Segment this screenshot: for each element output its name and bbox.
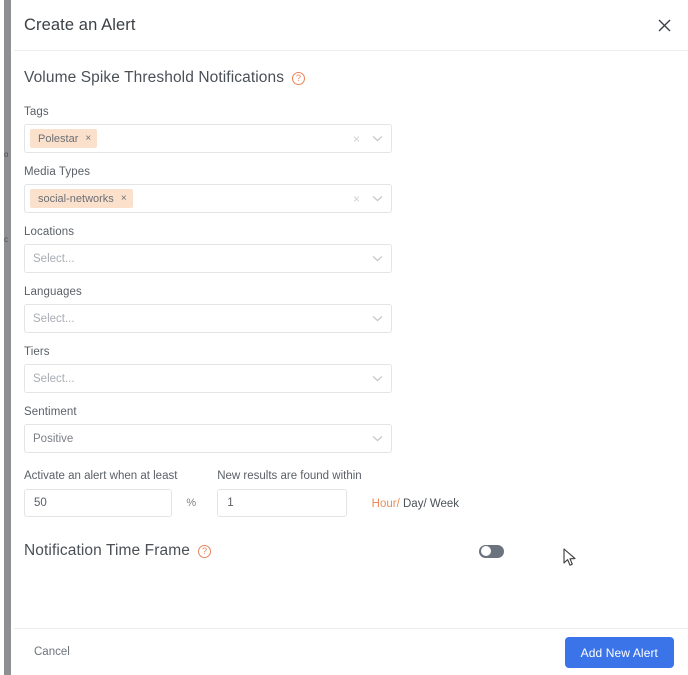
threshold-row: Activate an alert when at least % New re…: [24, 470, 678, 517]
threshold-percent-label: Activate an alert when at least: [24, 470, 178, 482]
field-label-sentiment: Sentiment: [24, 406, 77, 418]
sentiment-value: Positive: [33, 432, 74, 445]
create-alert-modal: Create an Alert Volume Spike Threshold N…: [14, 0, 688, 675]
close-icon[interactable]: [651, 12, 677, 38]
modal-header: Create an Alert: [14, 0, 688, 51]
notification-time-frame-row: Notification Time Frame ?: [24, 542, 504, 560]
background-ghost-char-2: c: [4, 235, 8, 244]
field-media-types: Media Types social-networks × ×: [24, 166, 678, 213]
toggle-knob: [480, 546, 491, 556]
notification-time-frame-title: Notification Time Frame: [24, 542, 190, 559]
time-unit-week[interactable]: Week: [430, 498, 459, 510]
add-new-alert-button[interactable]: Add New Alert: [564, 637, 674, 668]
background-ghost-char-1: o: [4, 150, 9, 159]
chevron-down-icon[interactable]: [367, 135, 387, 142]
tag-chip-label: Polestar: [38, 132, 79, 145]
chevron-down-icon[interactable]: [367, 195, 387, 202]
media-types-clear-icon[interactable]: ×: [346, 193, 367, 205]
threshold-results-label: New results are found within: [217, 470, 362, 482]
field-label-locations: Locations: [24, 226, 75, 238]
tiers-select[interactable]: Select...: [24, 364, 392, 393]
media-type-chip: social-networks ×: [30, 189, 133, 208]
notification-time-frame-heading: Notification Time Frame ?: [24, 542, 479, 560]
page-scrollbar[interactable]: [4, 0, 11, 675]
notification-time-frame-toggle[interactable]: [479, 544, 504, 558]
chevron-down-icon[interactable]: [367, 435, 387, 442]
time-unit-hour[interactable]: Hour/: [372, 498, 400, 510]
page-title: Create an Alert: [24, 15, 136, 34]
help-circle-icon[interactable]: ?: [292, 71, 306, 85]
time-unit-selector: Hour/ Day/ Week: [372, 498, 459, 517]
modal-footer: Cancel Add New Alert: [14, 628, 688, 675]
threshold-percent-group: Activate an alert when at least: [24, 470, 177, 517]
field-locations: Locations Select...: [24, 226, 678, 273]
app-root: o c Create an Alert Volume Spike Thresho…: [0, 0, 688, 675]
tags-select[interactable]: Polestar × ×: [24, 124, 392, 153]
threshold-percent-input[interactable]: [24, 489, 172, 517]
time-unit-day[interactable]: Day/: [403, 498, 427, 510]
field-languages: Languages Select...: [24, 286, 678, 333]
languages-placeholder: Select...: [33, 312, 75, 325]
media-types-select[interactable]: social-networks × ×: [24, 184, 392, 213]
modal-body: Volume Spike Threshold Notifications ? T…: [14, 51, 688, 628]
locations-placeholder: Select...: [33, 252, 75, 265]
field-label-tags: Tags: [24, 106, 49, 118]
section-heading-label: Volume Spike Threshold Notifications: [24, 69, 285, 86]
help-circle-icon[interactable]: ?: [197, 544, 211, 558]
tiers-placeholder: Select...: [33, 372, 75, 385]
tag-chip-remove-icon[interactable]: ×: [85, 133, 91, 144]
field-label-tiers: Tiers: [24, 346, 50, 358]
chevron-down-icon[interactable]: [367, 375, 387, 382]
locations-select[interactable]: Select...: [24, 244, 392, 273]
field-sentiment: Sentiment Positive: [24, 406, 678, 453]
tag-chip: Polestar ×: [30, 129, 98, 148]
field-tiers: Tiers Select...: [24, 346, 678, 393]
field-label-media-types: Media Types: [24, 166, 91, 178]
field-tags: Tags Polestar × ×: [24, 106, 678, 153]
sentiment-select[interactable]: Positive: [24, 424, 392, 453]
percent-sign: %: [186, 497, 197, 509]
threshold-results-group: New results are found within: [217, 470, 362, 517]
section-heading: Volume Spike Threshold Notifications ?: [24, 69, 678, 87]
media-type-chip-label: social-networks: [38, 192, 114, 205]
media-type-chip-remove-icon[interactable]: ×: [121, 193, 127, 204]
chevron-down-icon[interactable]: [367, 315, 387, 322]
threshold-results-input[interactable]: [217, 489, 348, 517]
languages-select[interactable]: Select...: [24, 304, 392, 333]
field-label-languages: Languages: [24, 286, 82, 298]
chevron-down-icon[interactable]: [367, 255, 387, 262]
cancel-button[interactable]: Cancel: [34, 646, 70, 658]
tags-clear-icon[interactable]: ×: [346, 133, 367, 145]
